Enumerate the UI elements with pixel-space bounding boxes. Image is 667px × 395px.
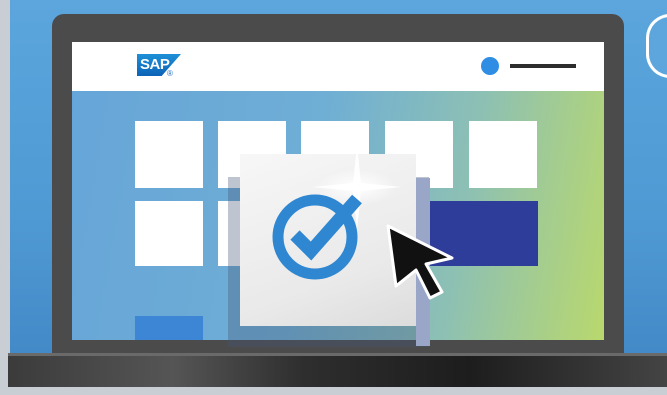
app-tile[interactable] xyxy=(135,121,203,188)
registered-mark: ® xyxy=(167,69,173,78)
laptop-base xyxy=(8,353,667,387)
laptop-base-edge xyxy=(8,353,667,356)
user-avatar-icon[interactable] xyxy=(481,57,499,75)
sap-logo-text: SAP xyxy=(140,56,170,73)
app-tile[interactable] xyxy=(469,121,537,188)
sap-logo[interactable]: SAP xyxy=(137,54,181,76)
left-border xyxy=(0,0,10,395)
speech-bubble-fragment xyxy=(646,14,667,78)
app-header: SAP ® xyxy=(72,42,604,91)
bottom-border xyxy=(0,387,667,395)
menu-line-icon[interactable] xyxy=(510,64,576,68)
app-tile-partial[interactable] xyxy=(135,316,203,340)
illustration-scene: SAP ® xyxy=(0,0,667,395)
mouse-cursor-icon xyxy=(386,224,454,300)
app-tile[interactable] xyxy=(135,201,203,266)
check-circle-icon xyxy=(272,194,362,280)
